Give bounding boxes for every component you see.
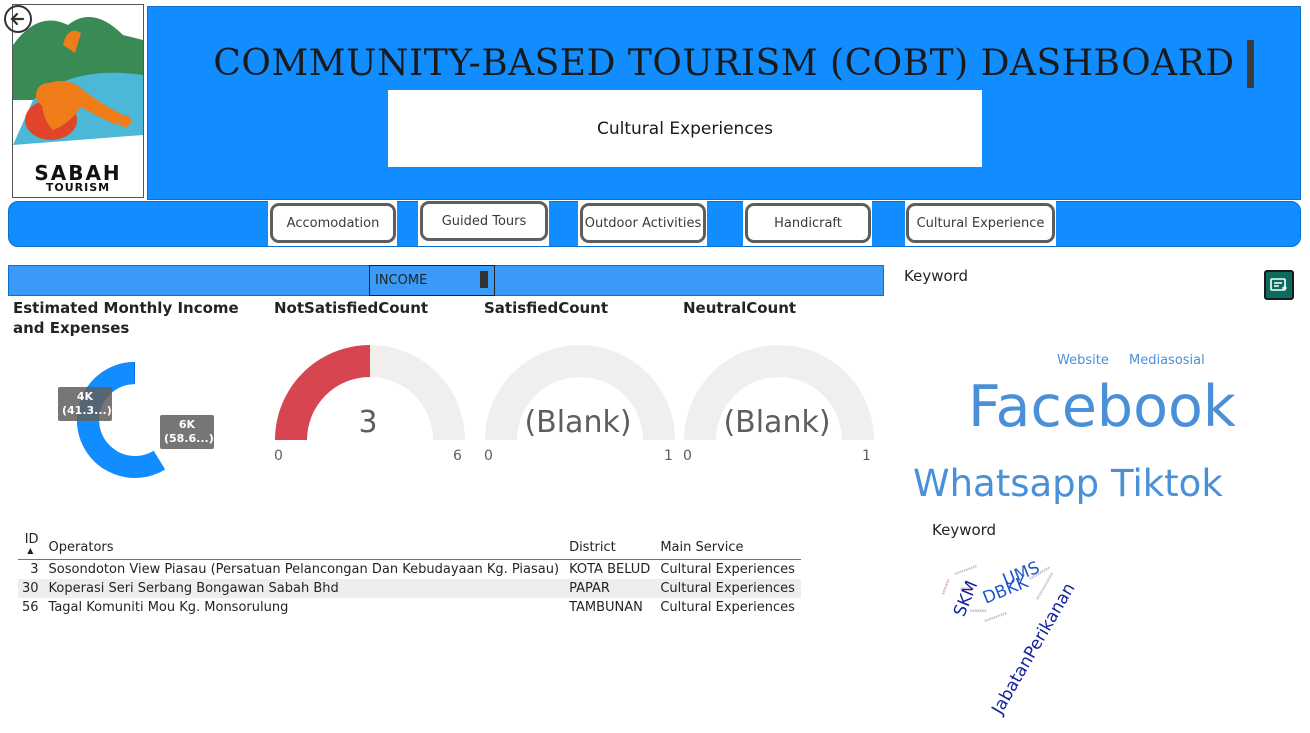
operators-table-container: ID ▲ Operators District Main Service 3 So… bbox=[18, 532, 801, 617]
donut-label-value: 6K bbox=[178, 418, 196, 431]
column-header-main-service[interactable]: Main Service bbox=[656, 532, 801, 560]
nav-outdoor-activities-button[interactable]: Outdoor Activities bbox=[580, 203, 706, 243]
table-row[interactable]: 30 Koperasi Seri Serbang Bongawan Sabah … bbox=[18, 579, 801, 598]
cell-service: Cultural Experiences bbox=[656, 579, 801, 598]
svg-text:xxxxxxx: xxxxxxx bbox=[940, 577, 951, 595]
donut-title: Estimated Monthly Income and Expenses bbox=[13, 299, 239, 337]
gauge-max: 1 bbox=[862, 448, 871, 464]
svg-text:xxxxxxxxxx: xxxxxxxxxx bbox=[954, 563, 979, 576]
logo-text-tourism: TOURISM bbox=[45, 181, 111, 194]
gauge-min: 0 bbox=[274, 448, 283, 464]
gauge-title-satisfied: SatisfiedCount bbox=[484, 299, 609, 317]
donut-label-expense: 4K (41.3...) bbox=[58, 387, 112, 421]
header-scroll-handle bbox=[1247, 40, 1254, 88]
donut-label-value: 4K bbox=[76, 390, 94, 403]
nav-cultural-experience-button[interactable]: Cultural Experience bbox=[906, 203, 1055, 243]
donut-label-pct: (58.6...) bbox=[164, 432, 214, 445]
gauge-value-not-satisfied: 3 bbox=[358, 405, 378, 440]
cell-operator: Tagal Komuniti Mou Kg. Monsorulung bbox=[48, 600, 289, 615]
table-row[interactable]: 56 Tagal Komuniti Mou Kg. Monsorulung TA… bbox=[18, 598, 801, 617]
column-header-district[interactable]: District bbox=[565, 532, 657, 560]
gauge-min: 0 bbox=[484, 448, 493, 464]
keyword-tiktok[interactable]: Tiktok bbox=[1111, 460, 1223, 508]
sort-ascending-icon: ▲ bbox=[27, 546, 34, 555]
gauge-max: 6 bbox=[453, 448, 462, 464]
operators-table: ID ▲ Operators District Main Service 3 So… bbox=[18, 532, 801, 617]
keyword-whatsapp[interactable]: Whatsapp bbox=[913, 460, 1099, 508]
cell-district: KOTA BELUD bbox=[569, 562, 651, 577]
cell-id: 30 bbox=[18, 579, 45, 598]
gauge-title-not-satisfied: NotSatisfiedCount bbox=[274, 299, 429, 317]
gauge-max: 1 bbox=[664, 448, 673, 464]
keyword-mediasosial[interactable]: Mediasosial bbox=[1129, 353, 1205, 368]
cell-district: PAPAR bbox=[565, 579, 657, 598]
nav-handicraft-button[interactable]: Handicraft bbox=[745, 203, 871, 243]
gauge-value-neutral: (Blank) bbox=[723, 405, 831, 440]
cell-id: 3 bbox=[30, 562, 39, 577]
slicer-handle[interactable] bbox=[480, 271, 488, 288]
back-arrow-icon[interactable] bbox=[3, 4, 33, 34]
column-header-id[interactable]: ID ▲ bbox=[18, 532, 45, 560]
gauge-min: 0 bbox=[683, 448, 692, 464]
table-header-row: ID ▲ Operators District Main Service bbox=[18, 532, 801, 560]
keyword-cloud-title: Keyword bbox=[904, 267, 969, 285]
table-row[interactable]: 3 Sosondoton View Piasau (Persatuan Pela… bbox=[18, 560, 801, 580]
cell-id: 56 bbox=[22, 600, 39, 615]
gauge-title-neutral: NeutralCount bbox=[683, 299, 797, 317]
svg-text:xxxxxxxxxx: xxxxxxxxxx bbox=[984, 610, 1009, 623]
nav-accomodation-button[interactable]: Accomodation bbox=[270, 203, 396, 243]
keyword-website[interactable]: Website bbox=[1057, 353, 1109, 368]
nav-guided-tours-button[interactable]: Guided Tours bbox=[420, 201, 548, 241]
donut-label-pct: (41.3...) bbox=[62, 404, 112, 417]
cell-service: Cultural Experiences bbox=[660, 600, 795, 615]
gauge-value-satisfied: (Blank) bbox=[524, 405, 632, 440]
cell-service: Cultural Experiences bbox=[660, 562, 795, 577]
export-data-icon[interactable] bbox=[1264, 270, 1294, 300]
cell-operator: Sosondoton View Piasau (Persatuan Pelanc… bbox=[48, 562, 560, 577]
column-header-operators[interactable]: Operators bbox=[44, 532, 566, 560]
keyword-facebook[interactable]: Facebook bbox=[968, 372, 1236, 442]
dashboard-header: COMMUNITY-BASED TOURISM (COBT) DASHBOARD… bbox=[147, 6, 1301, 200]
category-subtitle: Cultural Experiences bbox=[388, 90, 982, 167]
cell-operator: Koperasi Seri Serbang Bongawan Sabah Bhd bbox=[44, 579, 566, 598]
keyword-cloud-title-2: Keyword bbox=[932, 521, 997, 539]
page-title: COMMUNITY-BASED TOURISM (COBT) DASHBOARD bbox=[213, 43, 1235, 84]
income-slicer[interactable]: INCOME bbox=[369, 265, 495, 296]
cell-district: TAMBUNAN bbox=[569, 600, 643, 615]
donut-label-income: 6K (58.6...) bbox=[160, 415, 214, 449]
